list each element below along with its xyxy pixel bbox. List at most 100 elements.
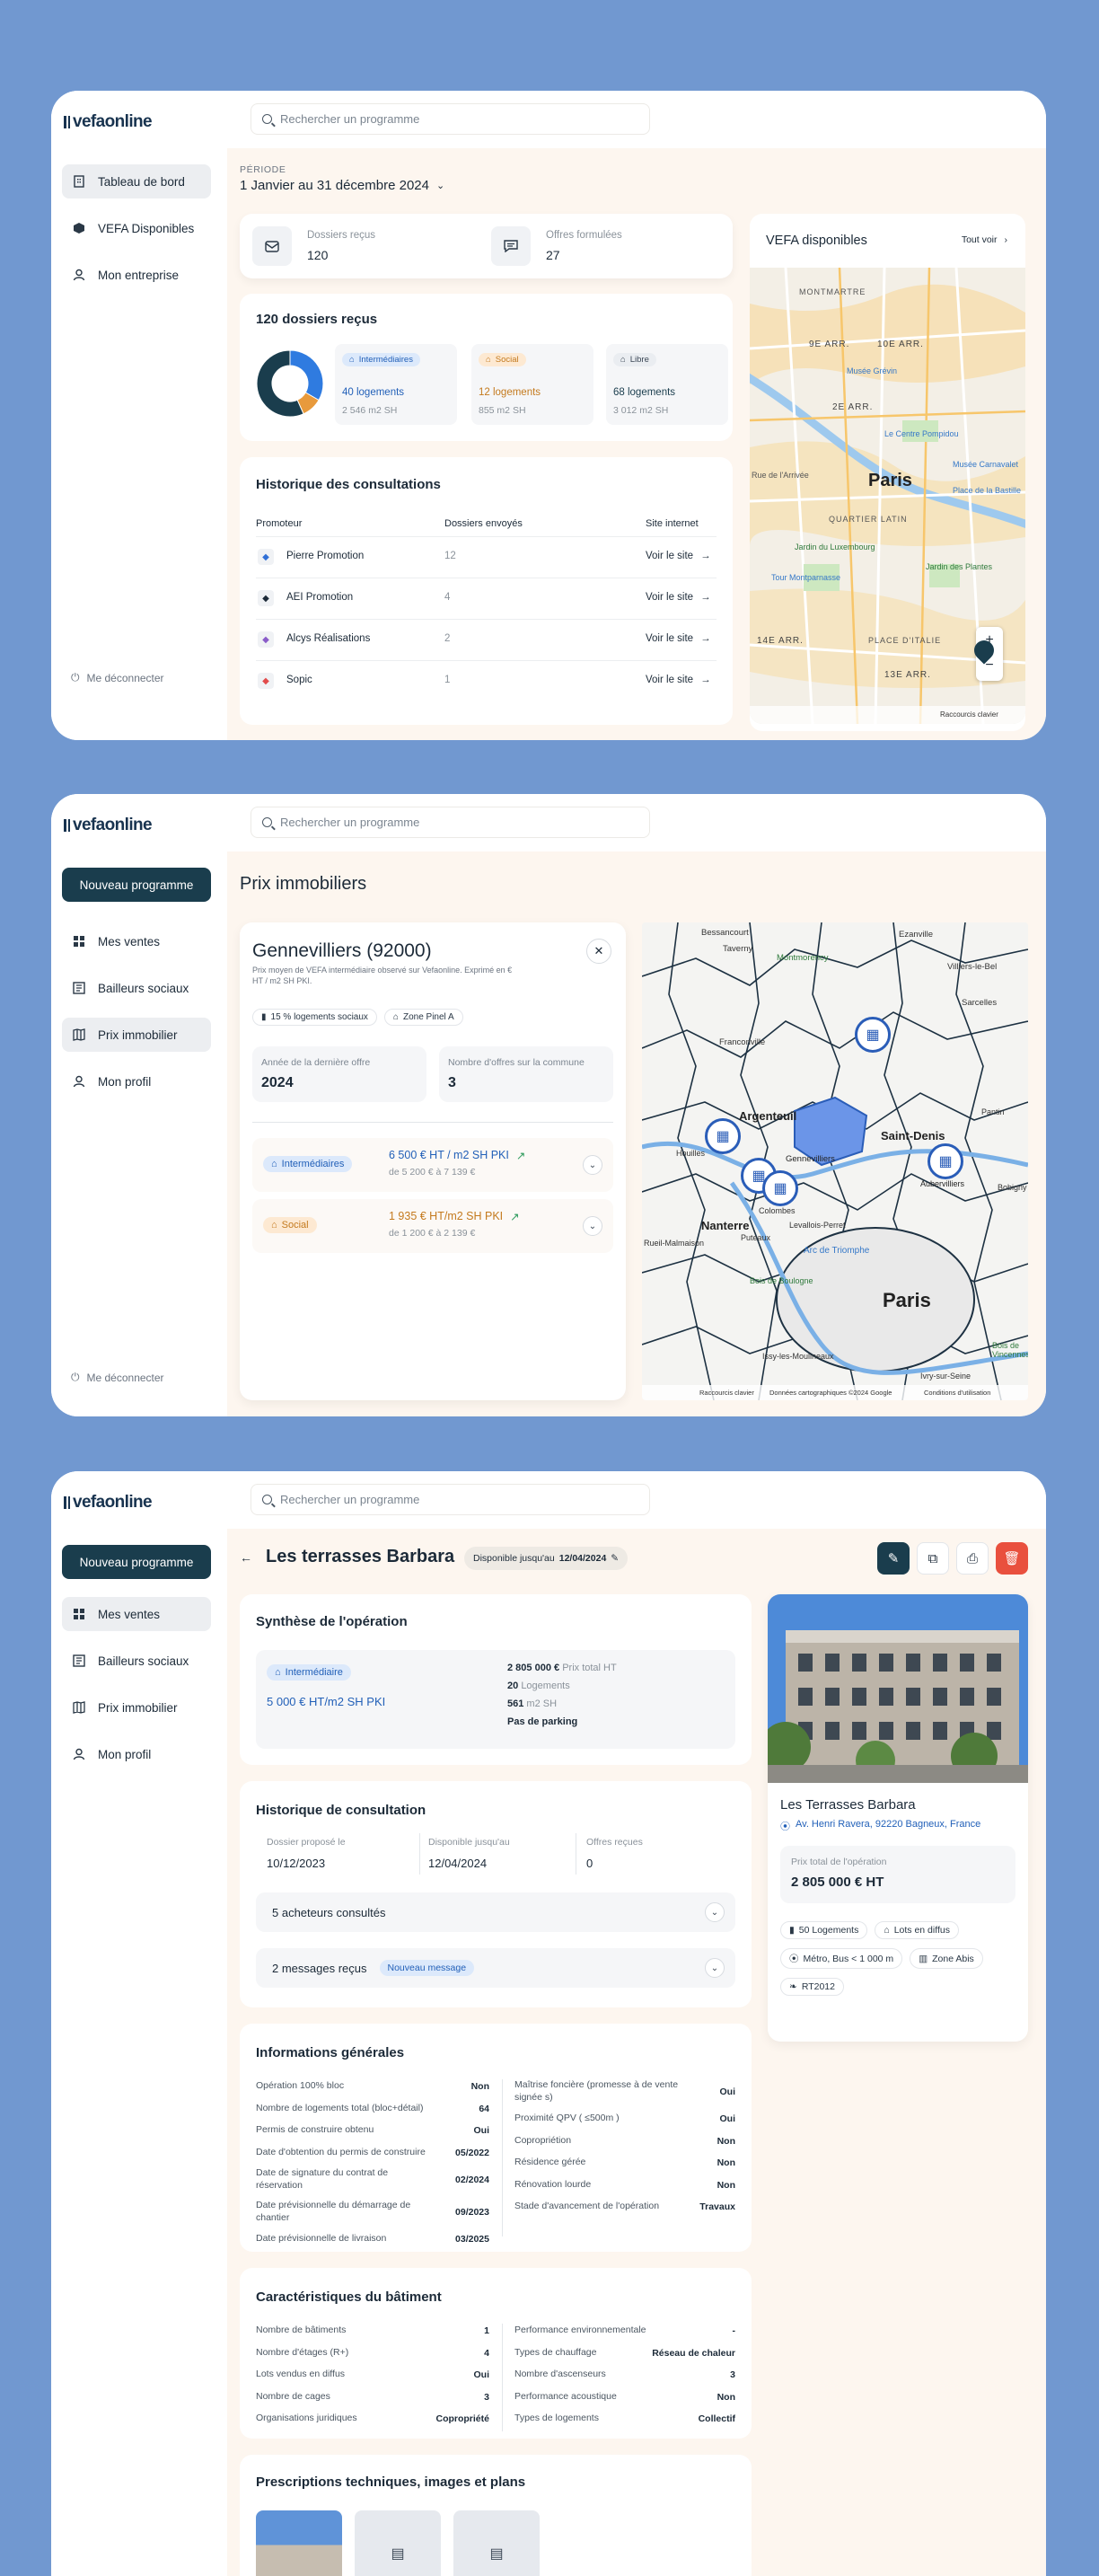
map-label: QUARTIER LATIN [829, 515, 908, 524]
location-pin-icon: ⦿ [789, 1954, 799, 1964]
delete-button[interactable]: 🗑 [996, 1542, 1028, 1575]
chevron-down-icon[interactable]: ⌄ [583, 1155, 602, 1175]
column-header: Promoteur [256, 518, 303, 529]
info-list-left: Opération 100% bloc Non Nombre de logeme… [256, 2076, 489, 2251]
sidebar-item-vefa[interactable]: VEFA Disponibles [62, 211, 211, 245]
building-marker-icon[interactable]: ▦ [705, 1118, 741, 1154]
search-placeholder: Rechercher un programme [280, 1493, 420, 1506]
logo[interactable]: vefaonline [64, 816, 153, 835]
availability-badge[interactable]: Disponible jusqu'au 12/04/2024 ✎ [464, 1547, 629, 1570]
info-row: Stade d'avancement de l'opération Travau… [514, 2201, 735, 2213]
chevron-down-icon: ⌄ [435, 181, 445, 191]
map-label: Villiers-le-Bel [947, 962, 998, 972]
buyers-expander[interactable]: 5 acheteurs consultés ⌄ [256, 1892, 735, 1932]
field-value: 10/12/2023 [267, 1857, 326, 1870]
map-label: Bois de Vincennes [992, 1341, 1028, 1359]
sidebar-item-prices[interactable]: Prix immobilier [62, 1690, 211, 1725]
logo[interactable]: vefaonline [64, 112, 153, 132]
close-icon[interactable]: ✕ [586, 939, 611, 964]
user-icon [73, 1075, 85, 1088]
sidebar-item-prices[interactable]: Prix immobilier [62, 1018, 211, 1052]
prescriptions-card: Prescriptions techniques, images et plan… [240, 2455, 752, 2576]
table-row: ◆ Alcys Réalisations 2 Voir le site → [256, 619, 717, 660]
communes-map[interactable]: ▦ ▦ ▦ ▦ ▦ Bessancourt Taverny Montmorenc… [642, 922, 1028, 1400]
messages-expander[interactable]: 2 messages reçus Nouveau message ⌄ [256, 1948, 735, 1988]
consultation-title: Historique de consultation [256, 1803, 426, 1818]
edit-button[interactable]: ✎ [877, 1542, 910, 1575]
info-row: Date d'obtention du permis de construire… [256, 2146, 489, 2158]
sidebar-item-sales[interactable]: Mes ventes [62, 1597, 211, 1631]
duplicate-button[interactable]: ⧉ [917, 1542, 949, 1575]
building-marker-icon[interactable]: ▦ [928, 1143, 963, 1179]
sidebar-item-profile[interactable]: Mon profil [62, 1737, 211, 1771]
logout-link[interactable]: ⏻ Me déconnecter [71, 671, 164, 684]
legend-badge: ⌂ Intermédiaires [342, 353, 420, 366]
stat-value: 27 [546, 248, 560, 262]
file-icon[interactable]: ▤ [355, 2510, 441, 2576]
price-row-intermediate[interactable]: ⌂ Intermédiaires 6 500 € HT / m2 SH PKI ↗ … [252, 1138, 613, 1192]
tag: ⌂ Zone Pinel A [383, 1009, 463, 1026]
back-arrow-icon[interactable]: ← [240, 1550, 252, 1565]
price-row-social[interactable]: ⌂ Social 1 935 € HT/m2 SH PKI ↗ de 1 200 €… [252, 1199, 613, 1253]
building-thumbnail[interactable] [256, 2510, 342, 2576]
map-icon [73, 1701, 85, 1714]
file-icon[interactable]: ▤ [453, 2510, 540, 2576]
logout-link[interactable]: ⏻ Me déconnecter [71, 1371, 164, 1384]
search-input[interactable]: Rechercher un programme [251, 1484, 650, 1515]
city-title: Gennevilliers (92000) [252, 940, 432, 961]
history-title: Historique des consultations [256, 477, 441, 492]
sidebar-item-company[interactable]: Mon entreprise [62, 258, 211, 292]
info-row: Nombre de bâtiments 1 [256, 2325, 489, 2337]
building-marker-icon[interactable]: ▦ [855, 1017, 891, 1053]
sidebar-item-landlords[interactable]: Bailleurs sociaux [62, 971, 211, 1005]
new-program-button[interactable]: Nouveau programme [62, 868, 211, 902]
stats-card: Dossiers reçus 120 Offres formulées 27 [240, 214, 733, 278]
building-marker-icon[interactable]: ▦ [762, 1170, 798, 1206]
table-row: ◆ Sopic 1 Voir le site → [256, 660, 717, 701]
map-label: Argenteuil [739, 1109, 797, 1123]
visit-site-link[interactable]: Voir le site → [646, 633, 711, 644]
synthesis-title: Synthèse de l'opération [256, 1614, 408, 1629]
home-icon: ⌂ [884, 1925, 890, 1936]
visit-site-link[interactable]: Voir le site → [646, 675, 711, 685]
map-background [642, 922, 1028, 1400]
paris-map[interactable]: MONTMARTRE 9E ARR. 10E ARR. Musée Grévin… [750, 268, 1025, 724]
new-program-button[interactable]: Nouveau programme [62, 1545, 211, 1579]
search-icon [262, 1495, 272, 1504]
logo[interactable]: vefaonline [64, 1493, 153, 1513]
map-terms-link[interactable]: Conditions d'utilisation [924, 1389, 990, 1397]
search-input[interactable]: Rechercher un programme [251, 807, 650, 838]
general-info-card: Informations générales Opération 100% bl… [240, 2024, 752, 2252]
print-button[interactable]: ⎙ [956, 1542, 989, 1575]
history-card: Historique des consultations Promoteur D… [240, 457, 733, 725]
sidebar-item-landlords[interactable]: Bailleurs sociaux [62, 1644, 211, 1678]
legend-logements: 40 logements [342, 387, 405, 398]
chevron-down-icon[interactable]: ⌄ [583, 1216, 602, 1236]
building-list-right: Performance environnementale - Types de … [514, 2320, 735, 2430]
home-icon: ⌂ [271, 1159, 277, 1169]
search-input[interactable]: Rechercher un programme [251, 103, 650, 135]
see-all-link[interactable]: Tout voir › [962, 234, 1007, 245]
city-description: Prix moyen de VEFA intermédiaire observé… [252, 966, 513, 985]
visit-site-link[interactable]: Voir le site → [646, 592, 711, 603]
arrow-right-icon: → [700, 592, 711, 603]
property-address: ⦿ Av. Henri Ravera, 92220 Bagneux, France [780, 1819, 981, 1832]
search-icon [262, 817, 272, 827]
map-label: MONTMARTRE [799, 287, 866, 296]
trend-up-icon: ↗ [510, 1211, 520, 1223]
map-label: Le Centre Pompidou [884, 429, 959, 438]
legend-badge: ⌂ Libre [613, 353, 656, 366]
map-label: Bois de Boulogne [750, 1276, 813, 1285]
price-range: de 1 200 € à 2 139 € [389, 1228, 476, 1239]
sidebar-item-sales[interactable]: Mes ventes [62, 924, 211, 958]
dashboard-screen: vefaonline Rechercher un programme Table… [51, 91, 1046, 740]
period-selector[interactable]: 1 Janvier au 31 décembre 2024 ⌄ [240, 178, 444, 193]
sidebar-item-profile[interactable]: Mon profil [62, 1064, 211, 1098]
info-row: Performance acoustique Non [514, 2390, 735, 2403]
sidebar-item-dashboard[interactable]: Tableau de bord [62, 164, 211, 198]
consultation-card: Historique de consultation Dossier propo… [240, 1781, 752, 2007]
period-label: PÉRIODE [240, 164, 286, 175]
visit-site-link[interactable]: Voir le site → [646, 551, 711, 561]
chip: ❧ RT2012 [780, 1978, 844, 1996]
info-row: Date de signature du contrat de réservat… [256, 2167, 489, 2191]
